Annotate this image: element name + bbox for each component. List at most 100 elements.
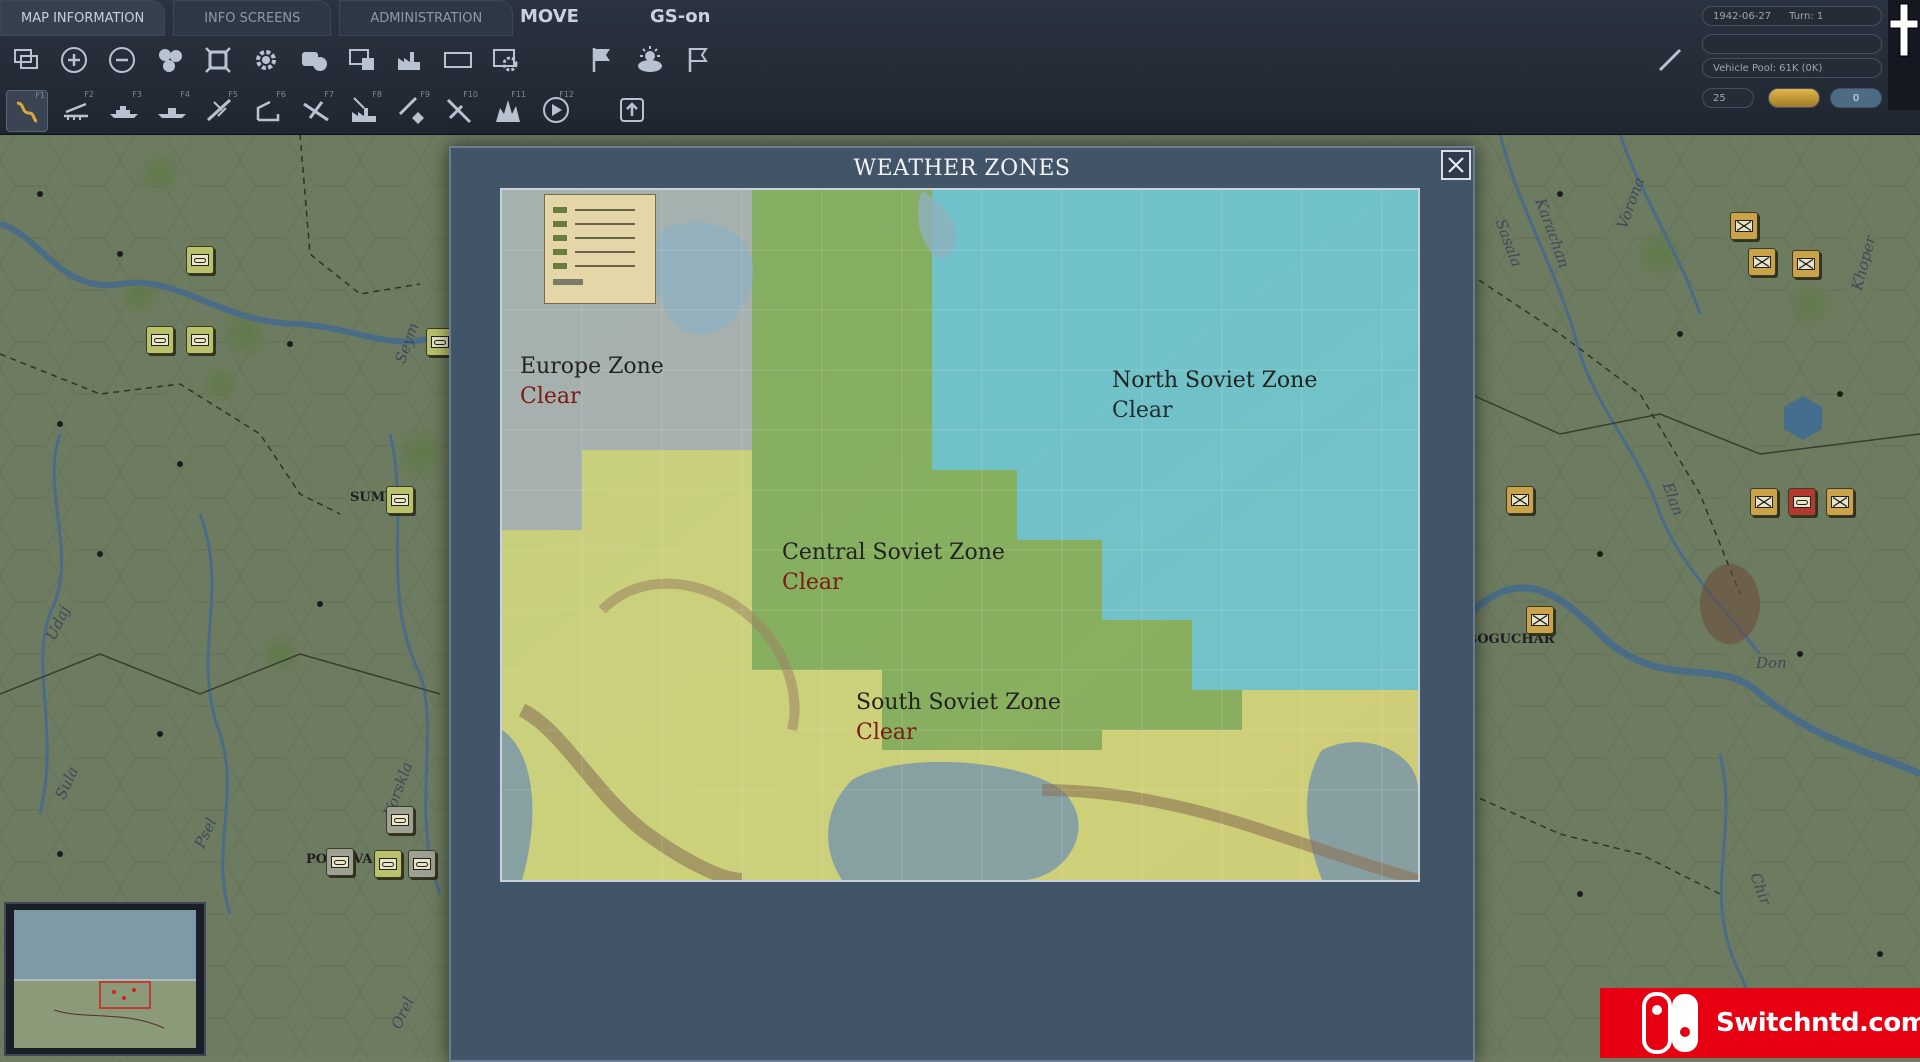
naval-move-icon[interactable]: F3 xyxy=(104,90,144,130)
zone-name: North Soviet Zone xyxy=(1112,368,1318,393)
zone-name: South Soviet Zone xyxy=(856,690,1061,715)
zone-name: Central Soviet Zone xyxy=(782,540,1005,565)
counter-value: 25 xyxy=(1713,92,1726,104)
dialog-title: WEATHER ZONES xyxy=(853,156,1071,181)
select-icon[interactable] xyxy=(6,40,46,80)
supply-bar[interactable] xyxy=(1768,88,1820,108)
close-button[interactable] xyxy=(1441,150,1471,180)
unit-counter[interactable] xyxy=(1750,488,1778,516)
upload-icon[interactable] xyxy=(612,90,652,130)
tank-symbol-icon xyxy=(391,494,409,506)
hq-symbol-icon xyxy=(1793,496,1811,508)
unit-counter[interactable] xyxy=(1826,488,1854,516)
unit-counter[interactable] xyxy=(1748,248,1776,276)
legend-line xyxy=(575,209,635,211)
zoom-out-icon[interactable] xyxy=(102,40,142,80)
paradrop-icon[interactable]: F6 xyxy=(248,90,288,130)
zone-condition: Clear xyxy=(520,384,581,409)
hq-symbol-icon xyxy=(1531,614,1549,626)
date-turn-field: 1942-06-27 Turn: 1 xyxy=(1702,6,1882,26)
north-soviet-zone-label: North Soviet Zone Clear xyxy=(1112,366,1317,426)
tab-map-information[interactable]: MAP INFORMATION xyxy=(0,0,166,36)
unit-counter[interactable] xyxy=(1526,606,1554,634)
naval-transport-icon[interactable]: F4 xyxy=(152,90,192,130)
hex-group-icon[interactable] xyxy=(150,40,190,80)
south-soviet-zone-label: South Soviet Zone Clear xyxy=(856,688,1061,748)
europe-zone-label: Europe Zone Clear xyxy=(520,352,664,412)
flag-icon[interactable] xyxy=(678,40,718,80)
legend-swatch xyxy=(553,263,567,269)
legend-swatch xyxy=(553,249,567,255)
hq-symbol-icon xyxy=(1511,494,1529,506)
unit-counter[interactable] xyxy=(1506,486,1534,514)
tank-symbol-icon xyxy=(379,858,397,870)
vehicle-pool-text: Vehicle Pool: 61K (0K) xyxy=(1713,62,1823,74)
tank-symbol-icon xyxy=(151,334,169,346)
unit-counter[interactable] xyxy=(146,326,174,354)
airfield-attack-icon[interactable]: F9 xyxy=(392,90,432,130)
hotkey-label: F7 xyxy=(324,90,334,99)
status-empty-field xyxy=(1702,34,1882,54)
ground-move-icon[interactable]: F1 xyxy=(6,90,48,132)
toolbar-row-2: F1 F2 F3 F4 F5 F6 F7 F8 F9 F10 F11 F12 xyxy=(6,90,652,132)
unit-counter[interactable] xyxy=(386,486,414,514)
eye-gear-icon[interactable] xyxy=(486,40,526,80)
tab-info-screens[interactable]: INFO SCREENS xyxy=(173,0,332,36)
toggle-icon[interactable] xyxy=(294,40,334,80)
tank-symbol-icon xyxy=(331,856,349,868)
tab-administration[interactable]: ADMINISTRATION xyxy=(339,0,514,36)
pen-icon[interactable] xyxy=(1650,40,1690,80)
gear-icon[interactable] xyxy=(246,40,286,80)
explosion-icon[interactable]: F11 xyxy=(488,90,528,130)
small-value: 0 xyxy=(1852,92,1860,104)
weather-zone-map: Europe Zone Clear North Soviet Zone Clea… xyxy=(500,188,1420,882)
hq-symbol-icon xyxy=(1831,496,1849,508)
bomb-naval-icon[interactable]: F10 xyxy=(440,90,480,130)
zone-condition: Clear xyxy=(856,720,917,745)
hotkey-label: F4 xyxy=(180,90,190,99)
hotkey-label: F10 xyxy=(463,90,478,99)
unit-counter[interactable] xyxy=(1730,212,1758,240)
unit-counter[interactable] xyxy=(186,326,214,354)
tank-symbol-icon xyxy=(191,254,209,266)
zone-name: Europe Zone xyxy=(520,354,664,379)
unit-counter[interactable] xyxy=(1792,250,1820,278)
legend-line xyxy=(575,265,635,267)
frame-icon[interactable] xyxy=(198,40,238,80)
air-transport-icon[interactable]: F7 xyxy=(296,90,336,130)
nintendo-switch-logo-icon xyxy=(1640,992,1702,1054)
hotkey-label: F2 xyxy=(84,90,94,99)
unit-counter[interactable] xyxy=(408,850,436,878)
small-value-field[interactable]: 0 xyxy=(1830,88,1882,108)
factory-icon[interactable] xyxy=(390,40,430,80)
status-panel: 1942-06-27 Turn: 1 Vehicle Pool: 61K (0K… xyxy=(1702,4,1886,112)
hotkey-label: F3 xyxy=(132,90,142,99)
minimap[interactable] xyxy=(4,902,206,1056)
legend-line xyxy=(575,251,635,253)
hq-symbol-icon xyxy=(1755,496,1773,508)
rail-move-icon[interactable]: F2 xyxy=(56,90,96,130)
hotkey-label: F12 xyxy=(559,90,574,99)
minimap-terrain xyxy=(14,910,196,1048)
zoom-in-icon[interactable] xyxy=(54,40,94,80)
recon-icon[interactable]: F12 xyxy=(536,90,576,130)
hq-symbol-icon xyxy=(1797,258,1815,270)
unit-counter[interactable] xyxy=(1788,488,1816,516)
tank-symbol-icon xyxy=(191,334,209,346)
bomb-factory-icon[interactable]: F8 xyxy=(344,90,384,130)
unit-counter[interactable] xyxy=(386,806,414,834)
mode-label-move: MOVE xyxy=(520,6,579,27)
unit-counter[interactable] xyxy=(326,848,354,876)
air-attack-icon[interactable]: F5 xyxy=(200,90,240,130)
monitor-icon[interactable] xyxy=(342,40,382,80)
legend-swatch xyxy=(553,279,583,285)
flag-move-icon[interactable] xyxy=(582,40,622,80)
site-watermark: Switchntd.com xyxy=(1600,988,1920,1058)
rectangle-icon[interactable] xyxy=(438,40,478,80)
weather-icon[interactable] xyxy=(630,40,670,80)
unit-counter[interactable] xyxy=(374,850,402,878)
hotkey-label: F5 xyxy=(228,90,238,99)
unit-counter[interactable] xyxy=(186,246,214,274)
zone-condition: Clear xyxy=(782,570,843,595)
